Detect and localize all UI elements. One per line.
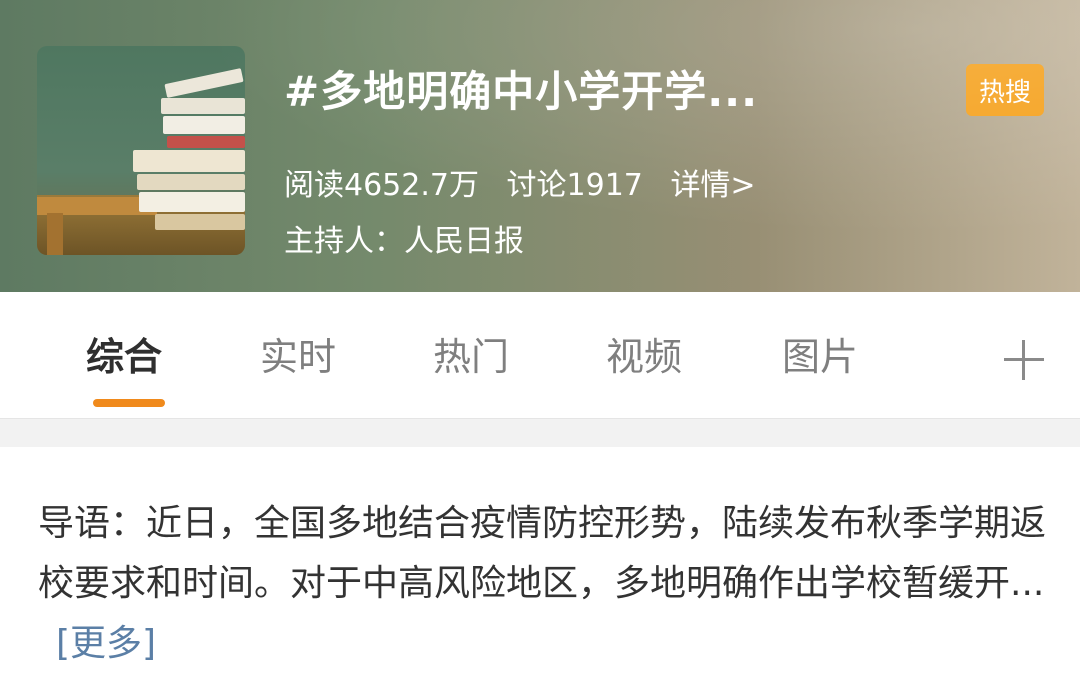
tab-hot[interactable]: 热门 [433,326,509,381]
topic-header: #多地明确中小学开学... 热搜 阅读4652.7万 讨论1917 详情> 主持… [0,0,1080,292]
tab-images[interactable]: 图片 [782,326,858,381]
tab-realtime[interactable]: 实时 [260,326,336,381]
details-link[interactable]: 详情> [670,168,755,203]
topic-intro: 导语：近日，全国多地结合疫情防控形势，陆续发布秋季学期返校要求和时间。对于中高风… [38,494,1048,674]
topic-host: 主持人：人民日报 [284,224,524,259]
tab-video[interactable]: 视频 [606,326,682,381]
intro-text: 导语：近日，全国多地结合疫情防控形势，陆续发布秋季学期返校要求和时间。对于中高风… [38,503,1047,604]
topic-cover-image [37,46,245,255]
section-divider [0,418,1080,447]
tab-comprehensive[interactable]: 综合 [86,326,162,381]
add-tab-plus-icon[interactable] [1000,336,1048,384]
discussion-count: 讨论1917 [506,168,643,203]
more-link[interactable]: [更多] [56,623,156,664]
hot-search-badge: 热搜 [966,64,1044,116]
tab-bar: 综合 实时 热门 视频 图片 [0,292,1080,418]
topic-title: #多地明确中小学开学... [284,67,759,116]
active-tab-indicator [93,399,165,407]
topic-stats: 阅读4652.7万 讨论1917 详情> [284,160,774,204]
read-count: 阅读4652.7万 [284,168,479,203]
